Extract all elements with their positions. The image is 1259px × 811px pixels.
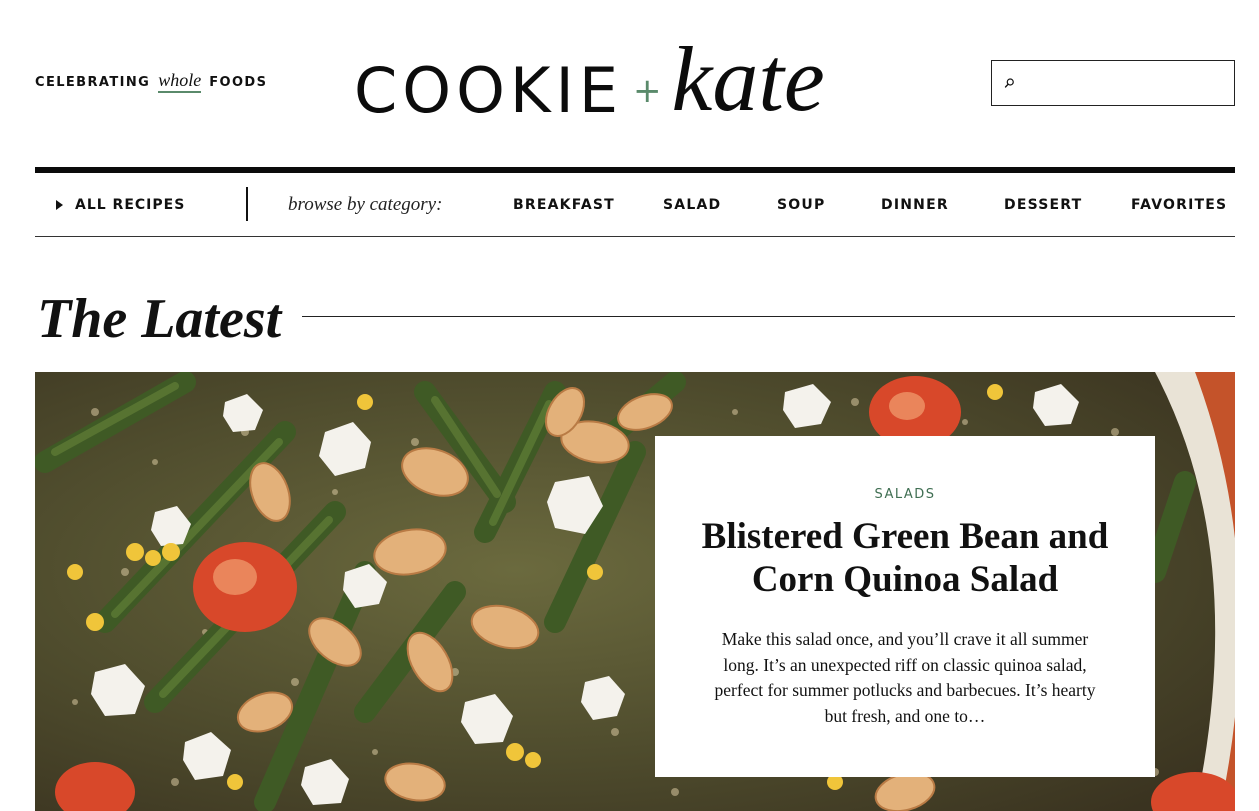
logo-plus: +	[633, 71, 662, 111]
site-logo[interactable]: COOKIE + kate	[354, 28, 894, 132]
nav-dessert[interactable]: DESSERT	[1004, 173, 1082, 236]
tagline-emphasis: whole	[158, 71, 202, 93]
nav-bottom-rule	[35, 236, 1235, 237]
search-input[interactable]	[1015, 61, 1234, 105]
site-tagline: CELEBRATING whole FOODS	[35, 71, 267, 93]
section-rule	[302, 316, 1235, 317]
nav-soup[interactable]: SOUP	[777, 173, 825, 236]
all-recipes-toggle[interactable]: ALL RECIPES	[56, 173, 185, 236]
section-title: The Latest	[37, 288, 282, 350]
nav-dinner[interactable]: DINNER	[881, 173, 949, 236]
search-icon[interactable]	[1004, 72, 1015, 94]
all-recipes-label: ALL RECIPES	[75, 196, 186, 213]
post-category-link[interactable]: SALADS	[874, 487, 935, 502]
logo-kate-text: kate	[671, 28, 825, 130]
search-box[interactable]	[991, 60, 1235, 106]
tagline-prefix: CELEBRATING	[35, 75, 151, 90]
caret-right-icon	[56, 199, 63, 210]
logo-cookie-text: COOKIE	[354, 54, 624, 127]
nav-divider	[246, 187, 248, 221]
browse-label: browse by category:	[288, 193, 443, 215]
nav-salad[interactable]: SALAD	[663, 173, 721, 236]
post-title-link[interactable]: Blistered Green Bean and Corn Quinoa Sal…	[685, 515, 1125, 601]
post-excerpt: Make this salad once, and you’ll crave i…	[714, 629, 1096, 726]
featured-post-card: SALADS Blistered Green Bean and Corn Qui…	[655, 436, 1155, 777]
tagline-suffix: FOODS	[209, 75, 268, 90]
nav-breakfast[interactable]: BREAKFAST	[513, 173, 615, 236]
category-nav: ALL RECIPES browse by category: BREAKFAS…	[35, 173, 1235, 236]
nav-favorites[interactable]: FAVORITES	[1131, 173, 1227, 236]
